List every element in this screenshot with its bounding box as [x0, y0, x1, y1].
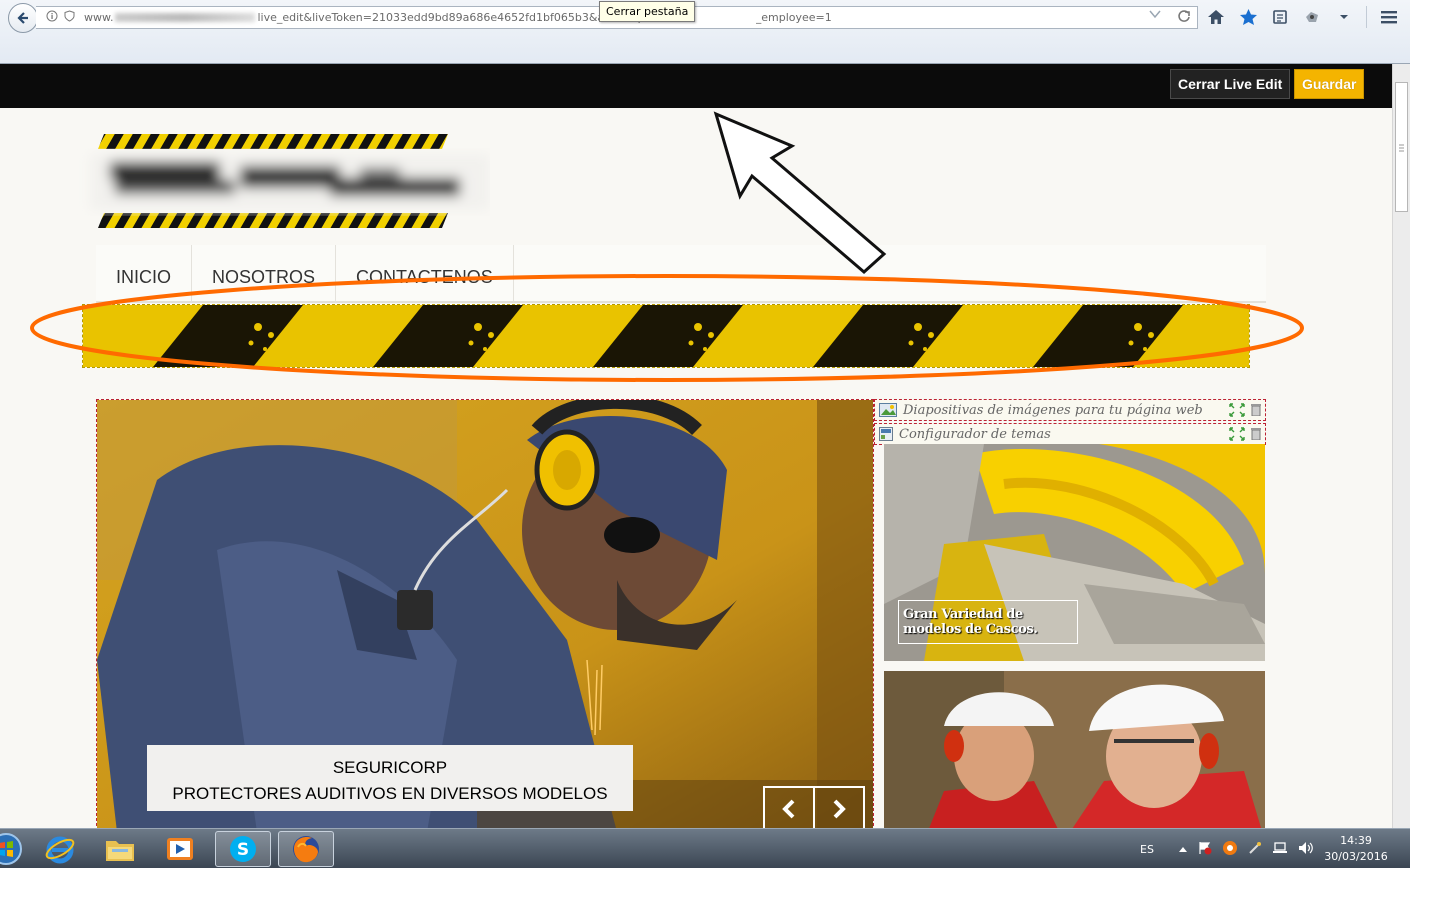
svg-text:S: S: [237, 840, 249, 860]
scrollbar[interactable]: [1392, 64, 1410, 828]
clock-time: 14:39: [1340, 834, 1372, 847]
tab-tooltip: Cerrar pestaña: [599, 1, 696, 22]
skype-icon[interactable]: S: [215, 831, 271, 867]
windows-start-icon[interactable]: [0, 831, 34, 867]
system-tray: ES: [1140, 829, 1314, 868]
network-tool-icon[interactable]: [1248, 841, 1262, 858]
network-icon[interactable]: [1272, 841, 1288, 858]
scrollbar-thumb[interactable]: [1395, 82, 1408, 212]
action-center-flag-icon[interactable]: [1198, 841, 1212, 858]
avast-icon[interactable]: [1222, 840, 1238, 859]
annotation-overlay: [30, 111, 1304, 382]
language-indicator[interactable]: ES: [1140, 843, 1154, 856]
clock-date: 30/03/2016: [1324, 850, 1388, 863]
file-explorer-icon[interactable]: [92, 831, 148, 867]
volume-icon[interactable]: [1298, 841, 1314, 858]
taskbar-clock[interactable]: 14:39 30/03/2016: [1318, 833, 1394, 865]
windows-taskbar: S ES 14:39 30/03/2016: [0, 828, 1410, 868]
show-hidden-icons-icon[interactable]: [1178, 843, 1188, 856]
internet-explorer-icon[interactable]: [32, 831, 88, 867]
screen: www. live_edit&liveToken=21033edd9bd89a6…: [0, 0, 1410, 868]
media-player-icon[interactable]: [152, 831, 208, 867]
firefox-icon[interactable]: [278, 831, 334, 867]
